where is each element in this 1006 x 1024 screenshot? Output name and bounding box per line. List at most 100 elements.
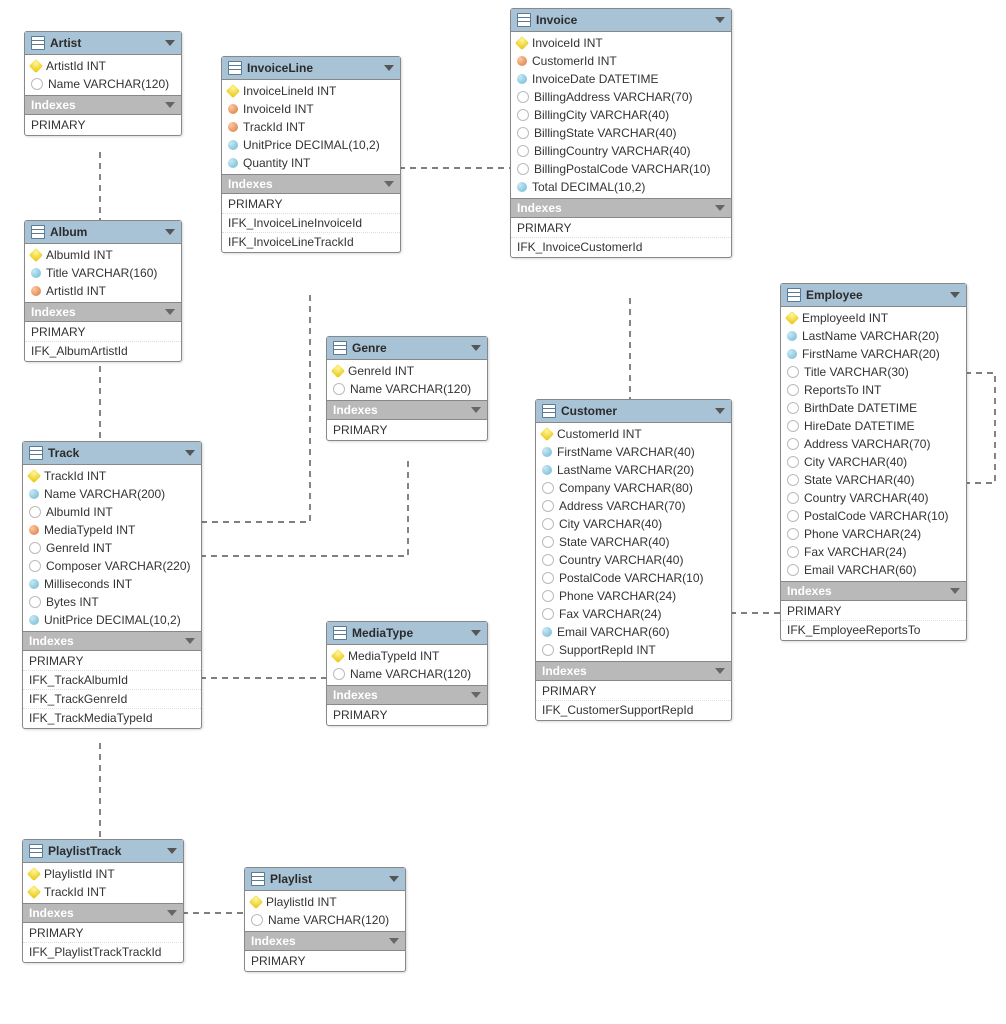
column-row[interactable]: BirthDate DATETIME xyxy=(781,399,966,417)
index-row[interactable]: PRIMARY xyxy=(245,952,405,970)
column-row[interactable]: GenreId INT xyxy=(23,539,201,557)
entity-employee[interactable]: EmployeeEmployeeId INTLastName VARCHAR(2… xyxy=(780,283,967,641)
column-row[interactable]: Name VARCHAR(200) xyxy=(23,485,201,503)
column-row[interactable]: Address VARCHAR(70) xyxy=(781,435,966,453)
chevron-down-icon[interactable] xyxy=(715,408,725,414)
column-row[interactable]: State VARCHAR(40) xyxy=(536,533,731,551)
column-row[interactable]: SupportRepId INT xyxy=(536,641,731,659)
column-row[interactable]: HireDate DATETIME xyxy=(781,417,966,435)
column-row[interactable]: Country VARCHAR(40) xyxy=(781,489,966,507)
column-row[interactable]: BillingCity VARCHAR(40) xyxy=(511,106,731,124)
chevron-down-icon[interactable] xyxy=(715,668,725,674)
chevron-down-icon[interactable] xyxy=(165,40,175,46)
index-row[interactable]: PRIMARY xyxy=(25,116,181,134)
indexes-header[interactable]: Indexes xyxy=(23,903,183,923)
column-row[interactable]: State VARCHAR(40) xyxy=(781,471,966,489)
column-row[interactable]: Milliseconds INT xyxy=(23,575,201,593)
entity-mediatype[interactable]: MediaTypeMediaTypeId INTName VARCHAR(120… xyxy=(326,621,488,726)
column-row[interactable]: Quantity INT xyxy=(222,154,400,172)
chevron-down-icon[interactable] xyxy=(950,292,960,298)
indexes-header[interactable]: Indexes xyxy=(23,631,201,651)
column-row[interactable]: Name VARCHAR(120) xyxy=(327,380,487,398)
chevron-down-icon[interactable] xyxy=(389,876,399,882)
entity-header[interactable]: Customer xyxy=(536,400,731,423)
column-row[interactable]: EmployeeId INT xyxy=(781,309,966,327)
chevron-down-icon[interactable] xyxy=(165,229,175,235)
chevron-down-icon[interactable] xyxy=(165,102,175,108)
chevron-down-icon[interactable] xyxy=(950,588,960,594)
column-row[interactable]: Name VARCHAR(120) xyxy=(327,665,487,683)
column-row[interactable]: Country VARCHAR(40) xyxy=(536,551,731,569)
column-row[interactable]: UnitPrice DECIMAL(10,2) xyxy=(23,611,201,629)
chevron-down-icon[interactable] xyxy=(471,407,481,413)
indexes-header[interactable]: Indexes xyxy=(222,174,400,194)
index-row[interactable]: IFK_InvoiceLineTrackId xyxy=(222,232,400,251)
index-row[interactable]: PRIMARY xyxy=(23,652,201,670)
indexes-header[interactable]: Indexes xyxy=(25,302,181,322)
entity-genre[interactable]: GenreGenreId INTName VARCHAR(120)Indexes… xyxy=(326,336,488,441)
column-row[interactable]: ArtistId INT xyxy=(25,282,181,300)
entity-artist[interactable]: ArtistArtistId INTName VARCHAR(120)Index… xyxy=(24,31,182,136)
column-row[interactable]: InvoiceId INT xyxy=(222,100,400,118)
column-row[interactable]: AlbumId INT xyxy=(23,503,201,521)
entity-header[interactable]: MediaType xyxy=(327,622,487,645)
entity-header[interactable]: Employee xyxy=(781,284,966,307)
index-row[interactable]: IFK_InvoiceCustomerId xyxy=(511,237,731,256)
column-row[interactable]: Name VARCHAR(120) xyxy=(25,75,181,93)
entity-header[interactable]: PlaylistTrack xyxy=(23,840,183,863)
column-row[interactable]: FirstName VARCHAR(40) xyxy=(536,443,731,461)
column-row[interactable]: Phone VARCHAR(24) xyxy=(536,587,731,605)
indexes-header[interactable]: Indexes xyxy=(245,931,405,951)
indexes-header[interactable]: Indexes xyxy=(25,95,181,115)
index-row[interactable]: PRIMARY xyxy=(222,195,400,213)
column-row[interactable]: PlaylistId INT xyxy=(23,865,183,883)
index-row[interactable]: PRIMARY xyxy=(327,706,487,724)
column-row[interactable]: Address VARCHAR(70) xyxy=(536,497,731,515)
entity-header[interactable]: Track xyxy=(23,442,201,465)
entity-header[interactable]: Artist xyxy=(25,32,181,55)
entity-header[interactable]: Playlist xyxy=(245,868,405,891)
entity-header[interactable]: Invoice xyxy=(511,9,731,32)
entity-header[interactable]: Genre xyxy=(327,337,487,360)
entity-header[interactable]: Album xyxy=(25,221,181,244)
index-row[interactable]: IFK_TrackGenreId xyxy=(23,689,201,708)
chevron-down-icon[interactable] xyxy=(384,181,394,187)
indexes-header[interactable]: Indexes xyxy=(511,198,731,218)
index-row[interactable]: IFK_InvoiceLineInvoiceId xyxy=(222,213,400,232)
column-row[interactable]: Bytes INT xyxy=(23,593,201,611)
column-row[interactable]: City VARCHAR(40) xyxy=(781,453,966,471)
column-row[interactable]: Title VARCHAR(30) xyxy=(781,363,966,381)
column-row[interactable]: BillingPostalCode VARCHAR(10) xyxy=(511,160,731,178)
entity-album[interactable]: AlbumAlbumId INTTitle VARCHAR(160)Artist… xyxy=(24,220,182,362)
index-row[interactable]: PRIMARY xyxy=(23,924,183,942)
chevron-down-icon[interactable] xyxy=(715,17,725,23)
entity-playlisttrack[interactable]: PlaylistTrack PlaylistId INTTrackId INT In… xyxy=(22,839,184,963)
index-row[interactable]: IFK_PlaylistTrackTrackId xyxy=(23,942,183,961)
index-row[interactable]: IFK_AlbumArtistId xyxy=(25,341,181,360)
entity-header[interactable]: InvoiceLine xyxy=(222,57,400,80)
index-row[interactable]: IFK_TrackMediaTypeId xyxy=(23,708,201,727)
chevron-down-icon[interactable] xyxy=(471,345,481,351)
column-row[interactable]: TrackId INT xyxy=(23,467,201,485)
column-row[interactable]: LastName VARCHAR(20) xyxy=(536,461,731,479)
index-row[interactable]: IFK_CustomerSupportRepId xyxy=(536,700,731,719)
column-row[interactable]: PostalCode VARCHAR(10) xyxy=(536,569,731,587)
column-row[interactable]: Fax VARCHAR(24) xyxy=(781,543,966,561)
column-row[interactable]: ReportsTo INT xyxy=(781,381,966,399)
column-row[interactable]: TrackId INT xyxy=(23,883,183,901)
column-row[interactable]: PostalCode VARCHAR(10) xyxy=(781,507,966,525)
column-row[interactable]: Title VARCHAR(160) xyxy=(25,264,181,282)
entity-playlist[interactable]: PlaylistPlaylistId INTName VARCHAR(120)I… xyxy=(244,867,406,972)
column-row[interactable]: InvoiceDate DATETIME xyxy=(511,70,731,88)
column-row[interactable]: BillingCountry VARCHAR(40) xyxy=(511,142,731,160)
column-row[interactable]: InvoiceId INT xyxy=(511,34,731,52)
entity-invoiceline[interactable]: InvoiceLineInvoiceLineId INTInvoiceId IN… xyxy=(221,56,401,253)
chevron-down-icon[interactable] xyxy=(384,65,394,71)
chevron-down-icon[interactable] xyxy=(167,848,177,854)
column-row[interactable]: UnitPrice DECIMAL(10,2) xyxy=(222,136,400,154)
column-row[interactable]: Name VARCHAR(120) xyxy=(245,911,405,929)
column-row[interactable]: BillingState VARCHAR(40) xyxy=(511,124,731,142)
index-row[interactable]: IFK_EmployeeReportsTo xyxy=(781,620,966,639)
column-row[interactable]: Company VARCHAR(80) xyxy=(536,479,731,497)
column-row[interactable]: Total DECIMAL(10,2) xyxy=(511,178,731,196)
